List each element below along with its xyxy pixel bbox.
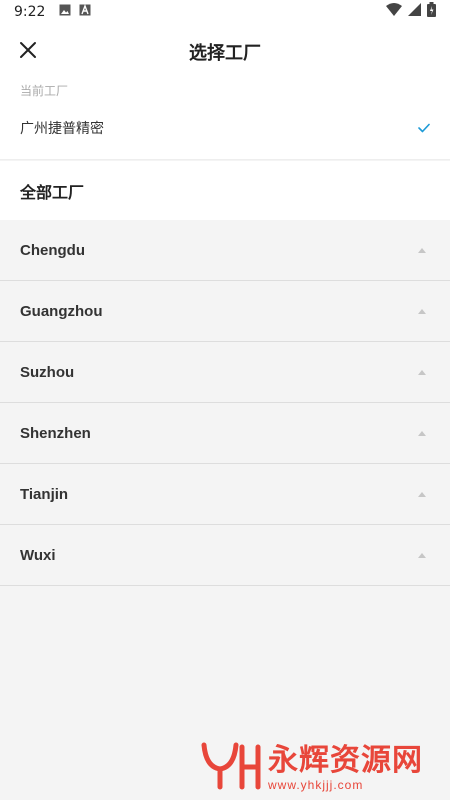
caret-up-icon <box>418 369 426 375</box>
caret-up-icon <box>418 491 426 497</box>
city-item-tianjin[interactable]: Tianjin <box>0 464 450 525</box>
watermark-title: 永辉资源网 <box>268 743 423 778</box>
image-icon <box>59 3 71 21</box>
page-title: 选择工厂 <box>189 43 261 64</box>
city-item-suzhou[interactable]: Suzhou <box>0 342 450 403</box>
city-item-wuxi[interactable]: Wuxi <box>0 525 450 586</box>
status-bar: 9:22 <box>0 0 450 24</box>
cell-signal-icon <box>408 3 421 21</box>
all-factories-label: 全部工厂 <box>20 182 85 202</box>
caret-up-icon <box>418 552 426 558</box>
current-factory-label: 当前工厂 <box>20 84 69 98</box>
city-name: Chengdu <box>20 241 85 259</box>
all-factories-header: 全部工厂 <box>0 161 450 220</box>
city-list: Chengdu Guangzhou Suzhou Shenzhen Tianji… <box>0 220 450 586</box>
city-name: Suzhou <box>20 363 75 381</box>
caret-up-icon <box>418 430 426 436</box>
watermark-text: 永辉资源网 www.yhkjjj.com <box>268 743 423 793</box>
close-icon <box>19 41 37 64</box>
current-factory-section: 当前工厂 广州捷普精密 <box>0 80 450 160</box>
watermark-logo-icon <box>200 741 262 796</box>
city-name: Tianjin <box>20 485 69 503</box>
status-time: 9:22 <box>14 4 46 20</box>
city-item-guangzhou[interactable]: Guangzhou <box>0 281 450 342</box>
caret-up-icon <box>418 308 426 314</box>
watermark-url: www.yhkjjj.com <box>268 778 364 792</box>
city-name: Guangzhou <box>20 302 103 320</box>
city-name: Wuxi <box>20 546 56 564</box>
wifi-icon <box>386 3 402 21</box>
close-button[interactable] <box>10 34 46 70</box>
status-right-icons <box>386 2 436 22</box>
factory-select-screen: 9:22 选择工厂 当前工厂 广州捷普精密 全部工厂 Chengdu Guang… <box>0 0 450 800</box>
battery-icon <box>427 2 436 22</box>
city-name: Shenzhen <box>20 424 91 442</box>
city-item-chengdu[interactable]: Chengdu <box>0 220 450 281</box>
caret-up-icon <box>418 247 426 253</box>
status-left-icons <box>59 3 91 21</box>
current-factory-name: 广州捷普精密 <box>20 121 104 137</box>
current-factory-item[interactable]: 广州捷普精密 <box>0 108 450 148</box>
font-icon <box>79 3 91 21</box>
header: 选择工厂 <box>0 24 450 80</box>
check-icon <box>418 123 430 133</box>
watermark: 永辉资源网 www.yhkjjj.com <box>200 738 440 798</box>
city-item-shenzhen[interactable]: Shenzhen <box>0 403 450 464</box>
